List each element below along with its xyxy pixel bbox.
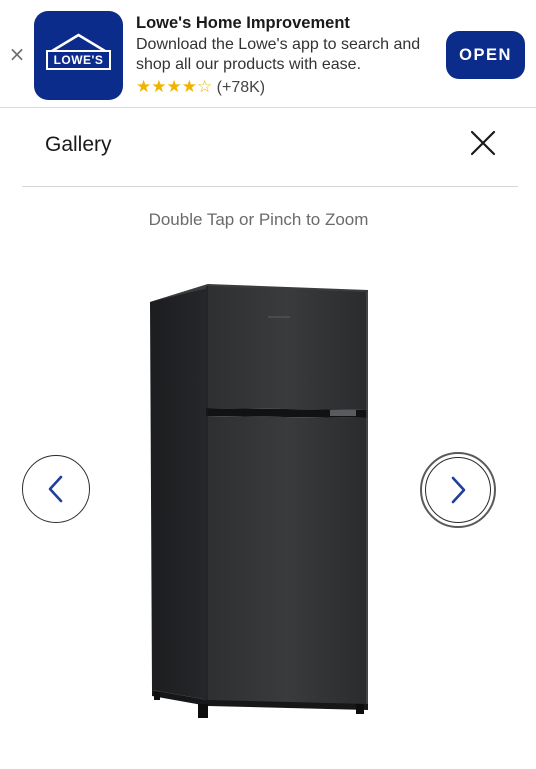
app-description: Download the Lowe's app to search and sh… [136,36,421,73]
open-app-button[interactable]: OPEN [446,31,525,79]
zoom-hint: Double Tap or Pinch to Zoom [148,210,369,229]
rating-count: (+78K) [216,79,266,96]
previous-image-button[interactable] [22,455,90,523]
product-image-refrigerator[interactable] [140,280,380,725]
rating-stars: ★★★★☆ [136,77,213,97]
lowes-app-icon: LOWE'S [34,11,123,100]
banner-close-icon[interactable]: × [6,43,28,65]
chevron-right-icon [451,476,466,504]
app-install-banner: × LOWE'S Lowe's Home Improvement Downloa… [0,0,536,108]
app-name: Lowe's Home Improvement [136,14,350,32]
gallery-title: Gallery [45,133,112,156]
header-divider [22,186,518,187]
next-image-button[interactable] [420,452,496,528]
gallery-close-icon[interactable] [468,128,498,158]
lowes-logo-text: LOWE'S [53,53,104,67]
banner-text: Lowe's Home Improvement Download the Low… [136,14,441,98]
app-rating: ★★★★☆ (+78K) [136,77,441,98]
chevron-left-icon [48,475,63,503]
